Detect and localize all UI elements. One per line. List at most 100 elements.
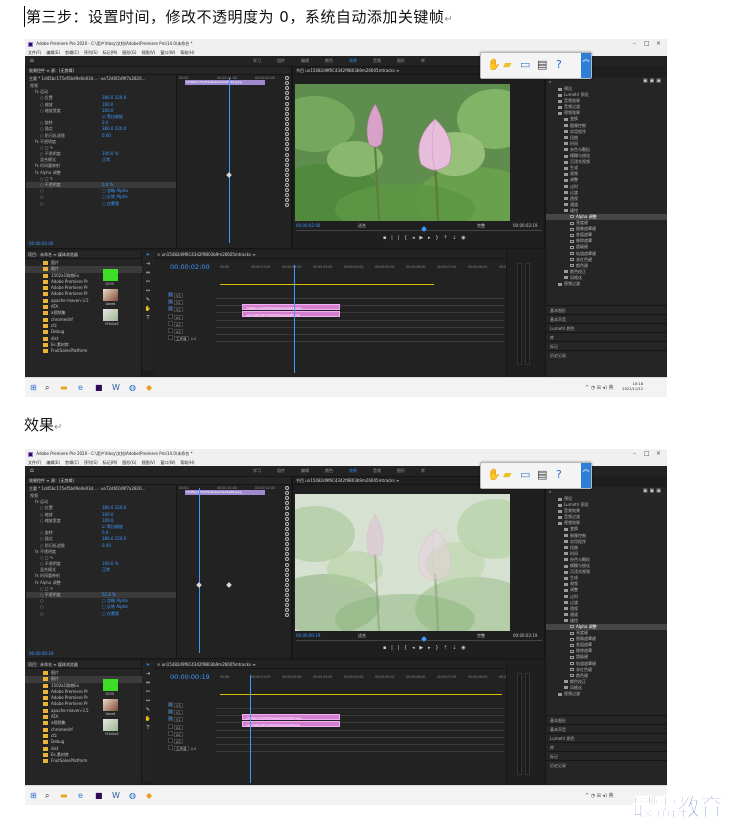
keyframe-toggle-icon[interactable] — [285, 76, 289, 81]
keyframe-toggle-icon[interactable] — [285, 91, 289, 96]
workspace-tab-3[interactable]: 颜色 — [325, 466, 333, 476]
system-tray-icons[interactable]: ^ ◔ ⊞ ◂) 英 — [585, 383, 614, 393]
side-panel-header[interactable]: 标记 — [546, 341, 667, 350]
menu-item-4[interactable]: 标记(M) — [103, 50, 118, 55]
menu-item-5[interactable]: 图形(G) — [122, 50, 136, 55]
collapse-chevron-icon[interactable]: ︽ — [581, 463, 591, 488]
keyframe-toggle-icon[interactable] — [285, 86, 289, 91]
side-panel-header[interactable]: 历史记录 — [546, 350, 667, 359]
workspace-tab-1[interactable]: 组件 — [277, 56, 285, 66]
menu-item-8[interactable]: 帮助(H) — [180, 50, 194, 55]
media-thumb-photo[interactable] — [103, 699, 118, 711]
window-icon[interactable]: ▭ — [520, 59, 530, 71]
workspace-tab-5[interactable]: 音频 — [373, 466, 381, 476]
media-thumb-photo[interactable] — [103, 289, 118, 301]
keyframe-toggle-icon[interactable] — [285, 198, 289, 203]
timeline-playhead[interactable] — [294, 265, 295, 373]
track-target-button[interactable] — [168, 716, 173, 722]
play-icon[interactable]: ▶ — [419, 645, 423, 651]
workspace-tab-4[interactable]: 效果 — [349, 56, 357, 66]
side-panel-header[interactable]: 基本声音 — [546, 724, 667, 733]
help-icon[interactable]: ? — [556, 59, 562, 71]
timeline-clip-v1[interactable]: ue72d6f2d9f7a28267be0ebe9f.jpeg — [242, 311, 340, 317]
keyframe-toggle-icon[interactable] — [285, 81, 289, 86]
side-panel-header[interactable]: Lumetri 颜色 — [546, 733, 667, 742]
help-icon[interactable]: ? — [556, 469, 562, 481]
comment-icon[interactable]: ▰ — [503, 59, 511, 71]
track-target-button[interactable] — [168, 328, 173, 333]
extract-icon[interactable]: ⇣ — [452, 235, 456, 241]
keyframe-toggle-icon[interactable] — [285, 603, 289, 608]
hand-tool-icon[interactable]: ✋ — [142, 305, 154, 314]
keyframe-toggle-icon[interactable] — [285, 557, 289, 562]
razor-tool-icon[interactable]: ✂ — [142, 278, 154, 287]
keyframe-toggle-icon[interactable] — [285, 587, 289, 592]
lift-icon[interactable]: ⇡ — [443, 645, 447, 651]
track-target-button[interactable] — [168, 335, 173, 341]
effects-folder-item[interactable]: 视频过渡 — [546, 691, 667, 697]
hand-icon[interactable]: ✋ — [487, 469, 501, 481]
side-panel-header[interactable]: Lumetri 颜色 — [546, 323, 667, 332]
workspace-tab-7[interactable]: 库 — [421, 466, 425, 476]
menu-item-7[interactable]: 窗口(W) — [160, 50, 175, 55]
slip-tool-icon[interactable]: ↔ — [142, 287, 154, 296]
menu-item-0[interactable]: 文件(F) — [28, 50, 41, 55]
work-area-bar[interactable] — [220, 694, 502, 695]
workspace-tab-4[interactable]: 效果 — [349, 466, 357, 476]
work-area-bar[interactable] — [220, 284, 434, 285]
keyframe-toggle-icon[interactable] — [285, 552, 289, 557]
timeline-clip-v1[interactable]: ue72d6f2d9f7a28267be0ebe9f.jpeg — [242, 721, 340, 727]
keyframe-toggle-icon[interactable] — [285, 121, 289, 126]
monitor-quality-select[interactable]: 完整 — [477, 223, 485, 229]
media-thumb-green[interactable] — [103, 269, 118, 281]
step-forward-icon[interactable]: ▸ — [428, 235, 431, 241]
side-panel-header[interactable]: 基本图形 — [546, 305, 667, 314]
step-back-icon[interactable]: ◂ — [412, 235, 415, 241]
effect-controls-playhead[interactable] — [229, 78, 230, 243]
keyframe-toggle-icon[interactable] — [285, 608, 289, 613]
workspace-tab-1[interactable]: 组件 — [277, 466, 285, 476]
menu-item-1[interactable]: 编辑(E) — [46, 50, 60, 55]
effect-property-row[interactable]: ○ □ 仅蒙版 — [26, 611, 176, 617]
media-folder-row[interactable]: FruitSalesPlatform — [25, 348, 142, 354]
home-icon[interactable]: ⌂ — [30, 466, 34, 476]
track-select-tool-icon[interactable]: ⇥ — [142, 260, 154, 269]
keyframe-toggle-icon[interactable] — [285, 506, 289, 511]
master-volume-value[interactable]: 0.0 — [190, 337, 197, 341]
mark-out-icon[interactable]: | — [391, 235, 393, 241]
track-target-button[interactable] — [168, 313, 173, 319]
track-target-button[interactable] — [168, 709, 173, 715]
effect-controls-timecode[interactable]: 00:00:02:00 — [29, 241, 53, 246]
side-panel-header[interactable]: 库 — [546, 332, 667, 341]
minimize-icon[interactable]: – — [633, 449, 636, 459]
type-tool-icon[interactable]: T — [142, 724, 154, 733]
menu-item-3[interactable]: 序列(S) — [84, 50, 98, 55]
go-in-icon[interactable]: { — [404, 235, 407, 241]
pen-tool-icon[interactable]: ✎ — [142, 706, 154, 715]
track-target-button[interactable] — [168, 745, 173, 751]
workspace-tab-2[interactable]: 编辑 — [301, 466, 309, 476]
hand-icon[interactable]: ✋ — [487, 59, 501, 71]
timeline-clip-v2[interactable]: 1d45bc175ef5bd9e0e03e03948.jpeg — [242, 714, 340, 720]
slip-tool-icon[interactable]: ↔ — [142, 697, 154, 706]
master-volume-value[interactable]: 0.0 — [190, 747, 197, 751]
menu-item-0[interactable]: 文件(F) — [28, 460, 41, 465]
keyframe-toggle-icon[interactable] — [285, 526, 289, 531]
menu-item-7[interactable]: 窗口(W) — [160, 460, 175, 465]
sequence-tab[interactable]: × un15482d9f6C4342f9B03b9m26605mtracks ≡ — [154, 251, 506, 259]
side-panel-header[interactable]: 标记 — [546, 751, 667, 760]
razor-tool-icon[interactable]: ✂ — [142, 688, 154, 697]
keyframe-toggle-icon[interactable] — [285, 172, 289, 177]
timeline-clip-v2[interactable]: 1d45bc175ef5bd9e0e03e03948.jpeg — [242, 304, 340, 310]
clipboard-icon[interactable]: ▤ — [537, 469, 547, 481]
keyframe-toggle-icon[interactable] — [285, 137, 289, 142]
monitor-scrubber[interactable] — [296, 230, 542, 231]
export-frame-icon[interactable]: ◉ — [461, 645, 465, 651]
browser-icon[interactable]: ◍ — [129, 383, 136, 393]
taskbar-search-icon[interactable]: ⌕ — [45, 791, 49, 801]
monitor-current-time[interactable]: 00:00:00:19 — [296, 633, 320, 638]
workspace-tab-6[interactable]: 图形 — [397, 466, 405, 476]
app-icon[interactable]: ◆ — [146, 791, 152, 801]
side-panel-header[interactable]: 库 — [546, 742, 667, 751]
project-panel-tabs[interactable]: 项目：未命名 ≡ 媒体浏览器 — [25, 661, 141, 669]
